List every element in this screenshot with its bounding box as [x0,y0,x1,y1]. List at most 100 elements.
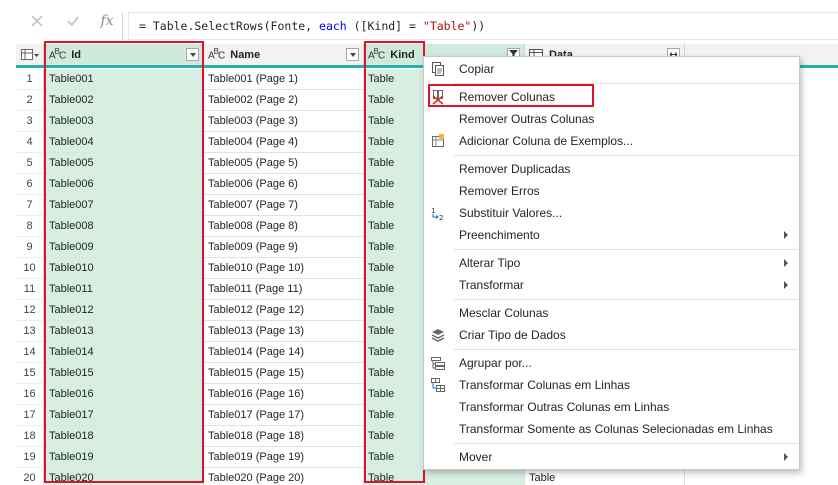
row-number[interactable]: 8 [16,216,44,237]
cancel-formula-icon[interactable] [26,10,48,32]
table-menu-icon[interactable] [16,44,44,65]
column-header-name[interactable]: ABC Name [204,44,364,65]
submenu-arrow-icon [784,453,788,461]
cell-id[interactable]: Table014 [45,342,204,363]
cell-id[interactable]: Table013 [45,321,204,342]
cell-name[interactable]: Table008 (Page 8) [204,216,364,237]
row-number[interactable]: 16 [16,384,44,405]
row-number[interactable]: 9 [16,237,44,258]
cell-name[interactable]: Table006 (Page 6) [204,174,364,195]
cell-name[interactable]: Table011 (Page 11) [204,279,364,300]
cell-id[interactable]: Table016 [45,384,204,405]
text-type-icon[interactable]: ABC [368,47,385,61]
menu-item-mover[interactable]: Mover [424,446,799,468]
menu-item-adicionar-coluna-de-exemplos[interactable]: Adicionar Coluna de Exemplos... [424,130,799,152]
cell-id[interactable]: Table017 [45,405,204,426]
text-type-icon[interactable]: ABC [208,47,225,61]
cell-name[interactable]: Table010 (Page 10) [204,258,364,279]
cell-name[interactable]: Table007 (Page 7) [204,195,364,216]
cell-name[interactable]: Table002 (Page 2) [204,90,364,111]
cell-id[interactable]: Table003 [45,111,204,132]
row-number[interactable]: 4 [16,132,44,153]
filter-dropdown-icon[interactable] [186,48,199,61]
row-number[interactable]: 3 [16,111,44,132]
cell-id[interactable]: Table001 [45,69,204,90]
menu-item-criar-tipo-de-dados[interactable]: Criar Tipo de Dados [424,324,799,346]
filter-dropdown-icon[interactable] [346,48,359,61]
menu-item-preenchimento[interactable]: Preenchimento [424,224,799,246]
cell-id[interactable]: Table019 [45,447,204,468]
menu-item-substituir-valores[interactable]: 1 2 Substituir Valores... [424,202,799,224]
row-number[interactable]: 2 [16,90,44,111]
menu-item-remover-outras-colunas[interactable]: Remover Outras Colunas [424,108,799,130]
row-number[interactable]: 5 [16,153,44,174]
formula-input[interactable]: = Table.SelectRows(Fonte, each ([Kind] =… [128,12,838,40]
row-number[interactable]: 12 [16,300,44,321]
menu-separator [454,299,798,300]
row-number[interactable]: 7 [16,195,44,216]
table-row[interactable]: 20 Table020 Table020 (Page 20) Table Table [16,468,838,485]
row-number[interactable]: 20 [16,468,44,485]
cell-id[interactable]: Table018 [45,426,204,447]
cell-name[interactable]: Table019 (Page 19) [204,447,364,468]
cell-id[interactable]: Table011 [45,279,204,300]
menu-item-mesclar-colunas[interactable]: Mesclar Colunas [424,302,799,324]
row-number[interactable]: 11 [16,279,44,300]
cell-name[interactable]: Table009 (Page 9) [204,237,364,258]
row-number[interactable]: 6 [16,174,44,195]
cell-name[interactable]: Table004 (Page 4) [204,132,364,153]
function-icon[interactable]: fx [96,10,118,32]
cell-name[interactable]: Table015 (Page 15) [204,363,364,384]
menu-item-remover-colunas[interactable]: Remover Colunas [424,86,799,108]
confirm-formula-icon[interactable] [62,10,84,32]
menu-item-label: Remover Outras Colunas [459,112,595,126]
cell-name[interactable]: Table020 (Page 20) [204,468,364,485]
menu-item-remover-erros[interactable]: Remover Erros [424,180,799,202]
menu-item-transformar-somente-as-colunas-selecionadas-em-linhas[interactable]: Transformar Somente as Colunas Seleciona… [424,418,799,440]
cell-id[interactable]: Table010 [45,258,204,279]
cell-id[interactable]: Table004 [45,132,204,153]
cell-id[interactable]: Table015 [45,363,204,384]
cell-name[interactable]: Table005 (Page 5) [204,153,364,174]
cell-kind[interactable]: Table [364,468,525,485]
row-number[interactable]: 10 [16,258,44,279]
cell-id[interactable]: Table012 [45,300,204,321]
context-menu: Copiar Remover Colunas Remover Outras Colu… [423,56,800,470]
cell-name[interactable]: Table012 (Page 12) [204,300,364,321]
replace-values-icon: 12 [430,205,446,222]
cell-data[interactable]: Table [525,468,685,485]
menu-item-transformar-colunas-em-linhas[interactable]: Transformar Colunas em Linhas [424,374,799,396]
row-number[interactable]: 13 [16,321,44,342]
cell-name[interactable]: Table001 (Page 1) [204,69,364,90]
menu-item-agrupar-por[interactable]: Agrupar por... [424,352,799,374]
cell-name[interactable]: Table017 (Page 17) [204,405,364,426]
menu-item-label: Transformar Somente as Colunas Seleciona… [459,422,773,436]
menu-item-transformar[interactable]: Transformar [424,274,799,296]
menu-item-label: Mesclar Colunas [459,306,549,320]
row-number[interactable]: 14 [16,342,44,363]
cell-name[interactable]: Table018 (Page 18) [204,426,364,447]
cell-id[interactable]: Table007 [45,195,204,216]
menu-item-alterar-tipo[interactable]: Alterar Tipo [424,252,799,274]
cell-id[interactable]: Table006 [45,174,204,195]
cell-id[interactable]: Table005 [45,153,204,174]
menu-item-transformar-outras-colunas-em-linhas[interactable]: Transformar Outras Colunas em Linhas [424,396,799,418]
column-header-id[interactable]: ABC Id [45,44,204,65]
row-number[interactable]: 17 [16,405,44,426]
cell-name[interactable]: Table016 (Page 16) [204,384,364,405]
row-number[interactable]: 19 [16,447,44,468]
cell-id[interactable]: Table002 [45,90,204,111]
menu-item-remover-duplicadas[interactable]: Remover Duplicadas [424,158,799,180]
formula-bar: fx = Table.SelectRows(Fonte, each ([Kind… [0,0,838,40]
cell-name[interactable]: Table013 (Page 13) [204,321,364,342]
text-type-icon[interactable]: ABC [49,47,66,61]
cell-id[interactable]: Table020 [45,468,204,485]
menu-item-copiar[interactable]: Copiar [424,58,799,80]
cell-id[interactable]: Table009 [45,237,204,258]
row-number[interactable]: 1 [16,69,44,90]
cell-name[interactable]: Table014 (Page 14) [204,342,364,363]
row-number[interactable]: 15 [16,363,44,384]
cell-id[interactable]: Table008 [45,216,204,237]
cell-name[interactable]: Table003 (Page 3) [204,111,364,132]
row-number[interactable]: 18 [16,426,44,447]
